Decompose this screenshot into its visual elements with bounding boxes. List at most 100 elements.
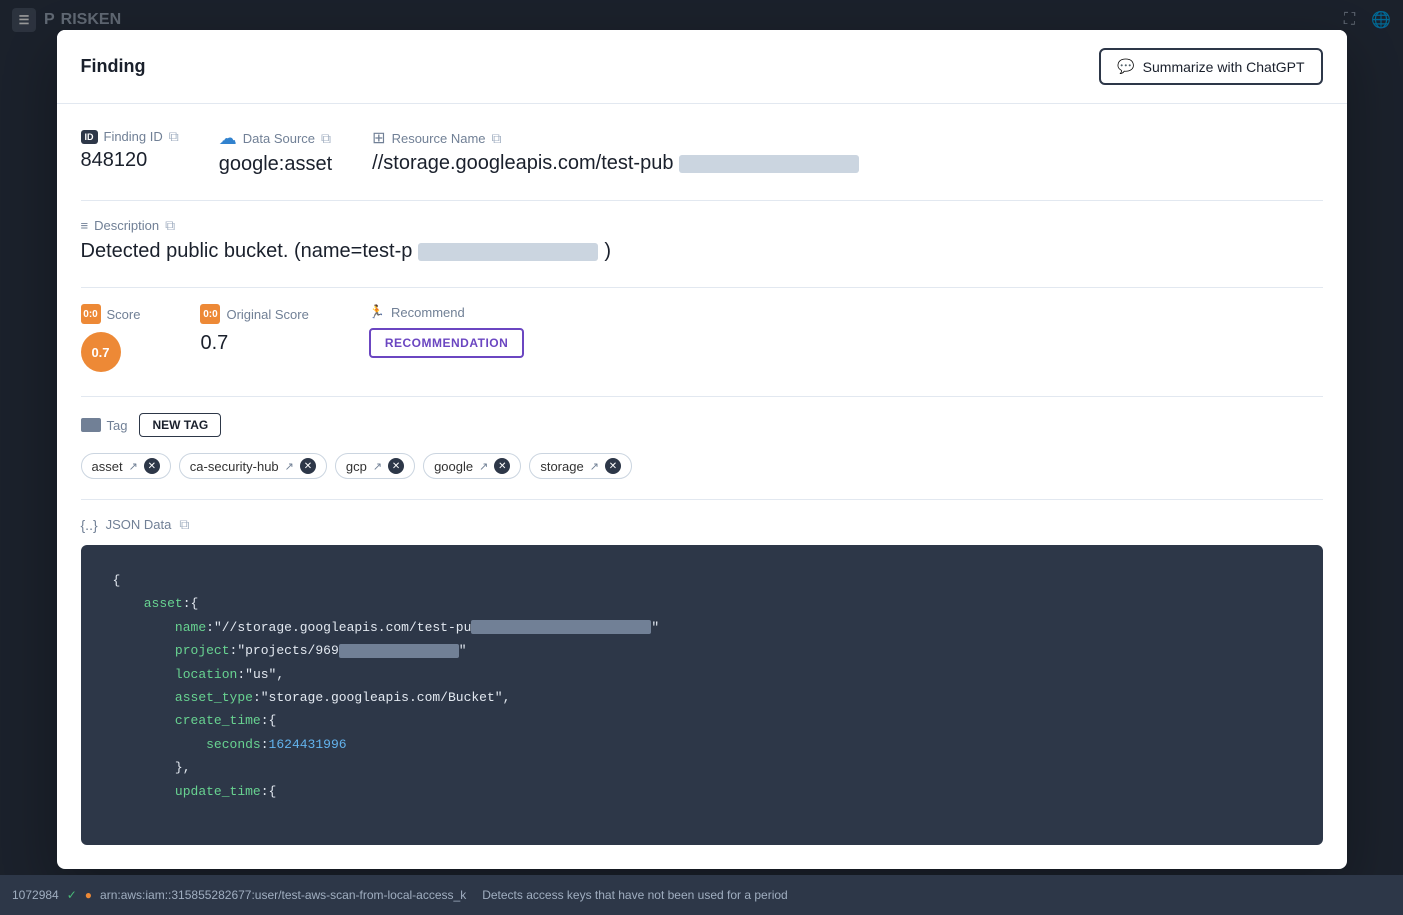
divider-4 <box>81 499 1323 500</box>
json-label: JSON Data <box>106 517 172 532</box>
tag-ca-security-hub-close-icon[interactable]: ✕ <box>300 458 316 474</box>
tag-asset-link-icon[interactable]: ↗ <box>129 460 138 473</box>
tag-google-label: google <box>434 459 473 474</box>
json-name-redacted <box>471 620 651 634</box>
datasource-value: google:asset <box>219 153 332 176</box>
description-value: Detected public bucket. (name=test-p ) <box>81 240 1323 263</box>
tag-label: Tag <box>107 418 128 433</box>
summarize-label: Summarize with ChatGPT <box>1143 59 1305 75</box>
finding-id-number: 848120 <box>81 149 148 172</box>
score-label-row: 0:0 Score <box>81 304 141 324</box>
score-icon: 0:0 <box>81 304 101 324</box>
bottom-id: 1072984 <box>12 888 59 902</box>
resource-redacted <box>679 155 859 173</box>
description-section: ≡ Description ⧉ Detected public bucket. … <box>81 217 1323 263</box>
json-icon: {..} <box>81 517 98 533</box>
bottom-description: Detects access keys that have not been u… <box>482 888 788 902</box>
tag-gcp-label: gcp <box>346 459 367 474</box>
tag-ca-security-hub-label: ca-security-hub <box>190 459 279 474</box>
tag-asset-close-icon[interactable]: ✕ <box>144 458 160 474</box>
bottom-item-1: 1072984 ✓ ● arn:aws:iam::315855282677:us… <box>12 888 466 902</box>
scores-row: 0:0 Score 0.7 0:0 Original Score 0.7 <box>81 304 1323 372</box>
description-redacted <box>418 243 598 261</box>
description-label-row: ≡ Description ⧉ <box>81 217 1323 234</box>
description-text: Detected public bucket. (name=test-p <box>81 240 413 263</box>
finding-id-field: ID Finding ID ⧉ 848120 <box>81 128 179 172</box>
tag-chip-storage: storage ↗ ✕ <box>529 453 632 479</box>
tag-storage-label: storage <box>540 459 583 474</box>
copy-datasource-icon[interactable]: ⧉ <box>321 130 331 147</box>
tag-google-link-icon[interactable]: ↗ <box>479 460 488 473</box>
finding-id-label: Finding ID <box>104 129 163 144</box>
resource-icon: ⊞ <box>372 128 385 148</box>
score-dot: ● <box>85 888 92 902</box>
description-icon: ≡ <box>81 218 89 233</box>
tag-storage-close-icon[interactable]: ✕ <box>605 458 621 474</box>
recommend-section: 🏃 Recommend RECOMMENDATION <box>369 304 524 358</box>
recommend-label-row: 🏃 Recommend <box>369 304 524 320</box>
tag-label-row: Tag <box>81 418 128 433</box>
score-label: Score <box>107 307 141 322</box>
id-icon: ID <box>81 130 98 144</box>
resource-label-row: ⊞ Resource Name ⧉ <box>372 128 859 148</box>
recommend-label: Recommend <box>391 305 465 320</box>
json-container: { asset:{ name:"//storage.googleapis.com… <box>81 545 1323 845</box>
resource-text: //storage.googleapis.com/test-pub <box>372 152 673 175</box>
recommendation-button[interactable]: RECOMMENDATION <box>369 328 524 358</box>
original-score-label-row: 0:0 Original Score <box>200 304 308 324</box>
json-section-label: {..} JSON Data ⧉ <box>81 516 1323 533</box>
original-score-label: Original Score <box>226 307 308 322</box>
copy-id-icon[interactable]: ⧉ <box>169 128 179 145</box>
modal-overlay: Finding 💬 Summarize with ChatGPT ID Find… <box>0 0 1403 915</box>
score-field: 0:0 Score 0.7 <box>81 304 141 372</box>
resource-field: ⊞ Resource Name ⧉ //storage.googleapis.c… <box>372 128 859 175</box>
divider-1 <box>81 200 1323 201</box>
datasource-field: ☁ Data Source ⧉ google:asset <box>219 128 332 176</box>
modal-title: Finding <box>81 56 146 77</box>
tag-google-close-icon[interactable]: ✕ <box>494 458 510 474</box>
resource-value: //storage.googleapis.com/test-pub <box>372 152 859 175</box>
tags-row: asset ↗ ✕ ca-security-hub ↗ ✕ gcp ↗ ✕ go… <box>81 453 1323 479</box>
tag-chip-google: google ↗ ✕ <box>423 453 521 479</box>
tag-chip-asset: asset ↗ ✕ <box>81 453 171 479</box>
cloud-icon: ☁ <box>219 128 237 149</box>
new-tag-button[interactable]: NEW TAG <box>139 413 221 437</box>
finding-id-label-row: ID Finding ID ⧉ <box>81 128 179 145</box>
check-icon: ✓ <box>67 888 77 902</box>
datasource-text: google:asset <box>219 153 332 176</box>
bottom-bar: 1072984 ✓ ● arn:aws:iam::315855282677:us… <box>0 875 1403 915</box>
copy-json-icon[interactable]: ⧉ <box>179 516 189 533</box>
tag-icon <box>81 418 101 432</box>
score-badge: 0.7 <box>81 332 121 372</box>
tag-gcp-close-icon[interactable]: ✕ <box>388 458 404 474</box>
description-label: Description <box>94 218 159 233</box>
original-score-icon: 0:0 <box>200 304 220 324</box>
modal-body: ID Finding ID ⧉ 848120 ☁ Data Source ⧉ <box>57 104 1347 869</box>
resource-label: Resource Name <box>392 131 486 146</box>
divider-3 <box>81 396 1323 397</box>
info-row-top: ID Finding ID ⧉ 848120 ☁ Data Source ⧉ <box>81 128 1323 176</box>
summarize-button[interactable]: 💬 Summarize with ChatGPT <box>1099 48 1322 85</box>
finding-id-value: 848120 <box>81 149 179 172</box>
original-score-field: 0:0 Original Score 0.7 <box>200 304 308 355</box>
datasource-label-row: ☁ Data Source ⧉ <box>219 128 332 149</box>
tag-chip-gcp: gcp ↗ ✕ <box>335 453 415 479</box>
copy-resource-icon[interactable]: ⧉ <box>492 130 502 147</box>
copy-description-icon[interactable]: ⧉ <box>165 217 175 234</box>
json-project-redacted <box>339 644 459 658</box>
tag-gcp-link-icon[interactable]: ↗ <box>373 460 382 473</box>
chat-icon: 💬 <box>1117 58 1134 75</box>
finding-modal: Finding 💬 Summarize with ChatGPT ID Find… <box>57 30 1347 869</box>
bottom-item-2: Detects access keys that have not been u… <box>482 888 788 902</box>
datasource-label: Data Source <box>243 131 315 146</box>
tag-section: Tag NEW TAG <box>81 413 1323 437</box>
modal-header: Finding 💬 Summarize with ChatGPT <box>57 30 1347 104</box>
divider-2 <box>81 287 1323 288</box>
original-score-value: 0.7 <box>200 332 308 355</box>
description-close-paren: ) <box>604 240 611 263</box>
run-icon: 🏃 <box>369 304 385 320</box>
tag-storage-link-icon[interactable]: ↗ <box>590 460 599 473</box>
tag-asset-label: asset <box>92 459 123 474</box>
bottom-arn: arn:aws:iam::315855282677:user/test-aws-… <box>100 888 466 902</box>
tag-ca-security-hub-link-icon[interactable]: ↗ <box>285 460 294 473</box>
